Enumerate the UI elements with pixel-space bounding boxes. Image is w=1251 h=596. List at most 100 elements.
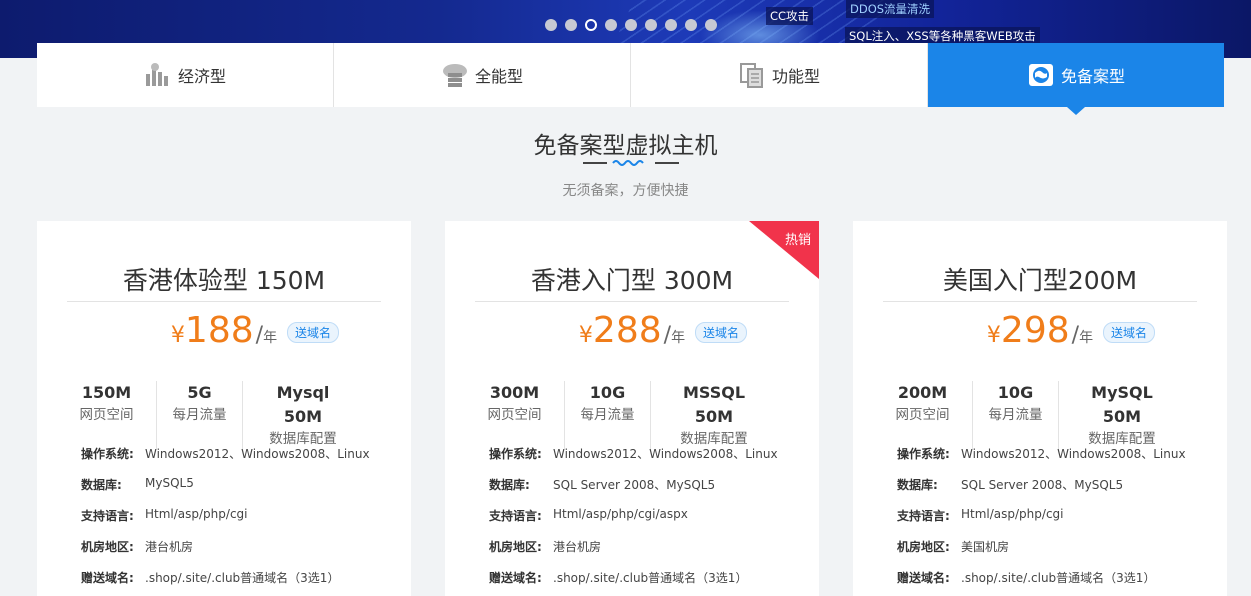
detail-row: 数据库: MySQL5 — [81, 476, 370, 507]
spec-traffic: 10G 每月流量 — [973, 381, 1059, 449]
detail-row: 操作系统: Windows2012、Windows2008、Linux — [897, 445, 1186, 476]
spec-value: MSSQL 50M — [682, 383, 746, 426]
detail-row: 支持语言: Html/asp/php/cgi — [897, 507, 1186, 538]
tab-label: 功能型 — [771, 67, 820, 86]
detail-value: Html/asp/php/cgi — [145, 507, 248, 521]
detail-key: 赠送域名: — [489, 571, 542, 585]
spec-value: 10G — [997, 383, 1034, 402]
carousel-dot[interactable] — [645, 19, 657, 31]
carousel-dot[interactable] — [705, 19, 717, 31]
detail-row: 操作系统: Windows2012、Windows2008、Linux — [489, 445, 778, 476]
spec-traffic: 10G 每月流量 — [565, 381, 651, 449]
tab-label: 免备案型 — [1060, 67, 1125, 86]
detail-row: 数据库: SQL Server 2008、MySQL5 — [489, 476, 778, 507]
tab-label: 经济型 — [177, 67, 226, 86]
price-unit-label: 年 — [1079, 330, 1094, 346]
spec-value: 10G — [589, 383, 626, 402]
detail-row: 机房地区: 港台机房 — [489, 538, 778, 569]
carousel-dot[interactable] — [685, 19, 697, 31]
carousel-dot[interactable] — [625, 19, 637, 31]
tab-functional[interactable]: 功能型 — [631, 43, 928, 107]
detail-key: 操作系统: — [897, 447, 950, 461]
detail-row: 支持语言: Html/asp/php/cgi/aspx — [489, 507, 778, 538]
spec-label: 每月流量 — [172, 407, 227, 423]
plan-details: 操作系统: Windows2012、Windows2008、Linux 数据库: S… — [489, 445, 778, 596]
section-title: 免备案型虚拟主机 — [533, 133, 718, 159]
detail-value: 美国机房 — [961, 540, 1010, 554]
hot-label: 热销 — [784, 233, 811, 248]
detail-value: SQL Server 2008、MySQL5 — [553, 478, 716, 492]
detail-value: Html/asp/php/cgi/aspx — [553, 507, 688, 521]
plan-type-tabs: 经济型 全能型 功能型 免备案型 — [37, 43, 1224, 115]
plan-card: 美国入门型200M ¥ 298 /年 送域名 200M 网页空间 10G 每月流… — [853, 221, 1227, 596]
price-amount: 288 — [592, 310, 662, 351]
tab-label: 全能型 — [474, 67, 523, 86]
detail-value: 港台机房 — [553, 540, 602, 554]
detail-value: MySQL5 — [145, 476, 194, 490]
price-unit-label: 年 — [671, 330, 686, 346]
detail-row: 赠送域名: .shop/.site/.club普通域名（3选1） — [897, 569, 1186, 596]
detail-key: 机房地区: — [489, 540, 542, 554]
plan-card: 香港体验型 150M ¥ 188 /年 送域名 150M 网页空间 5G 每月流… — [37, 221, 411, 596]
carousel-dots — [545, 19, 717, 31]
detail-value: .shop/.site/.club普通域名（3选1） — [145, 571, 340, 585]
plan-name: 美国入门型200M — [942, 266, 1138, 295]
divider — [67, 301, 381, 302]
free-domain-badge: 送域名 — [695, 322, 748, 343]
detail-key: 支持语言: — [897, 509, 950, 523]
documents-icon — [739, 63, 763, 88]
tab-economy[interactable]: 经济型 — [37, 43, 334, 107]
free-domain-badge: 送域名 — [1103, 322, 1156, 343]
detail-row: 操作系统: Windows2012、Windows2008、Linux — [81, 445, 370, 476]
price-unit: /年 — [1071, 323, 1094, 348]
cloud-server-icon — [442, 64, 467, 87]
detail-key: 机房地区: — [897, 540, 950, 554]
spec-database: Mysql 50M 数据库配置 — [243, 381, 363, 449]
currency-symbol: ¥ — [986, 323, 1001, 348]
carousel-dot[interactable] — [565, 19, 577, 31]
spec-database: MySQL 50M 数据库配置 — [1059, 381, 1185, 449]
detail-key: 数据库: — [897, 478, 938, 492]
spec-value: 200M — [897, 383, 948, 402]
plan-specs: 150M 网页空间 5G 每月流量 Mysql 50M 数据库配置 — [69, 381, 363, 449]
detail-row: 赠送域名: .shop/.site/.club普通域名（3选1） — [489, 569, 778, 596]
detail-key: 机房地区: — [81, 540, 134, 554]
carousel-dot-active[interactable] — [585, 19, 597, 31]
carousel-dot[interactable] — [545, 19, 557, 31]
price-unit-label: 年 — [263, 330, 278, 346]
carousel-dot[interactable] — [605, 19, 617, 31]
spec-value: 5G — [187, 383, 212, 402]
price-unit: /年 — [255, 323, 278, 348]
divider — [883, 301, 1197, 302]
divider — [475, 301, 789, 302]
free-domain-badge: 送域名 — [287, 322, 340, 343]
detail-row: 机房地区: 港台机房 — [81, 538, 370, 569]
spec-web-space: 300M 网页空间 — [477, 381, 565, 449]
detail-value: SQL Server 2008、MySQL5 — [961, 478, 1124, 492]
plan-price: ¥ 298 /年 — [853, 313, 1227, 349]
banner-tag: DDOS流量清洗 — [846, 0, 935, 18]
spec-value: 300M — [489, 383, 540, 402]
tab-no-filing[interactable]: 免备案型 — [928, 43, 1224, 115]
spec-label: 每月流量 — [580, 407, 635, 423]
plan-price: ¥ 188 /年 — [37, 313, 411, 349]
detail-key: 赠送域名: — [81, 571, 134, 585]
spec-label: 网页空间 — [895, 407, 950, 423]
detail-key: 数据库: — [81, 478, 122, 492]
tab-all-round[interactable]: 全能型 — [334, 43, 631, 107]
spec-database: MSSQL 50M 数据库配置 — [651, 381, 777, 449]
spec-traffic: 5G 每月流量 — [157, 381, 243, 449]
spec-label: 每月流量 — [988, 407, 1043, 423]
carousel-dot[interactable] — [665, 19, 677, 31]
spec-web-space: 150M 网页空间 — [69, 381, 157, 449]
detail-value: 港台机房 — [145, 540, 194, 554]
price-amount: 298 — [1000, 310, 1070, 351]
plan-specs: 200M 网页空间 10G 每月流量 MySQL 50M 数据库配置 — [885, 381, 1185, 449]
globe-icon — [1028, 64, 1053, 86]
bar-chart-icon — [145, 63, 168, 86]
plan-details: 操作系统: Windows2012、Windows2008、Linux 数据库: M… — [81, 445, 370, 596]
spec-web-space: 200M 网页空间 — [885, 381, 973, 449]
detail-row: 机房地区: 美国机房 — [897, 538, 1186, 569]
plan-price: ¥ 288 /年 — [445, 313, 819, 349]
banner-tag: CC攻击 — [766, 7, 814, 25]
